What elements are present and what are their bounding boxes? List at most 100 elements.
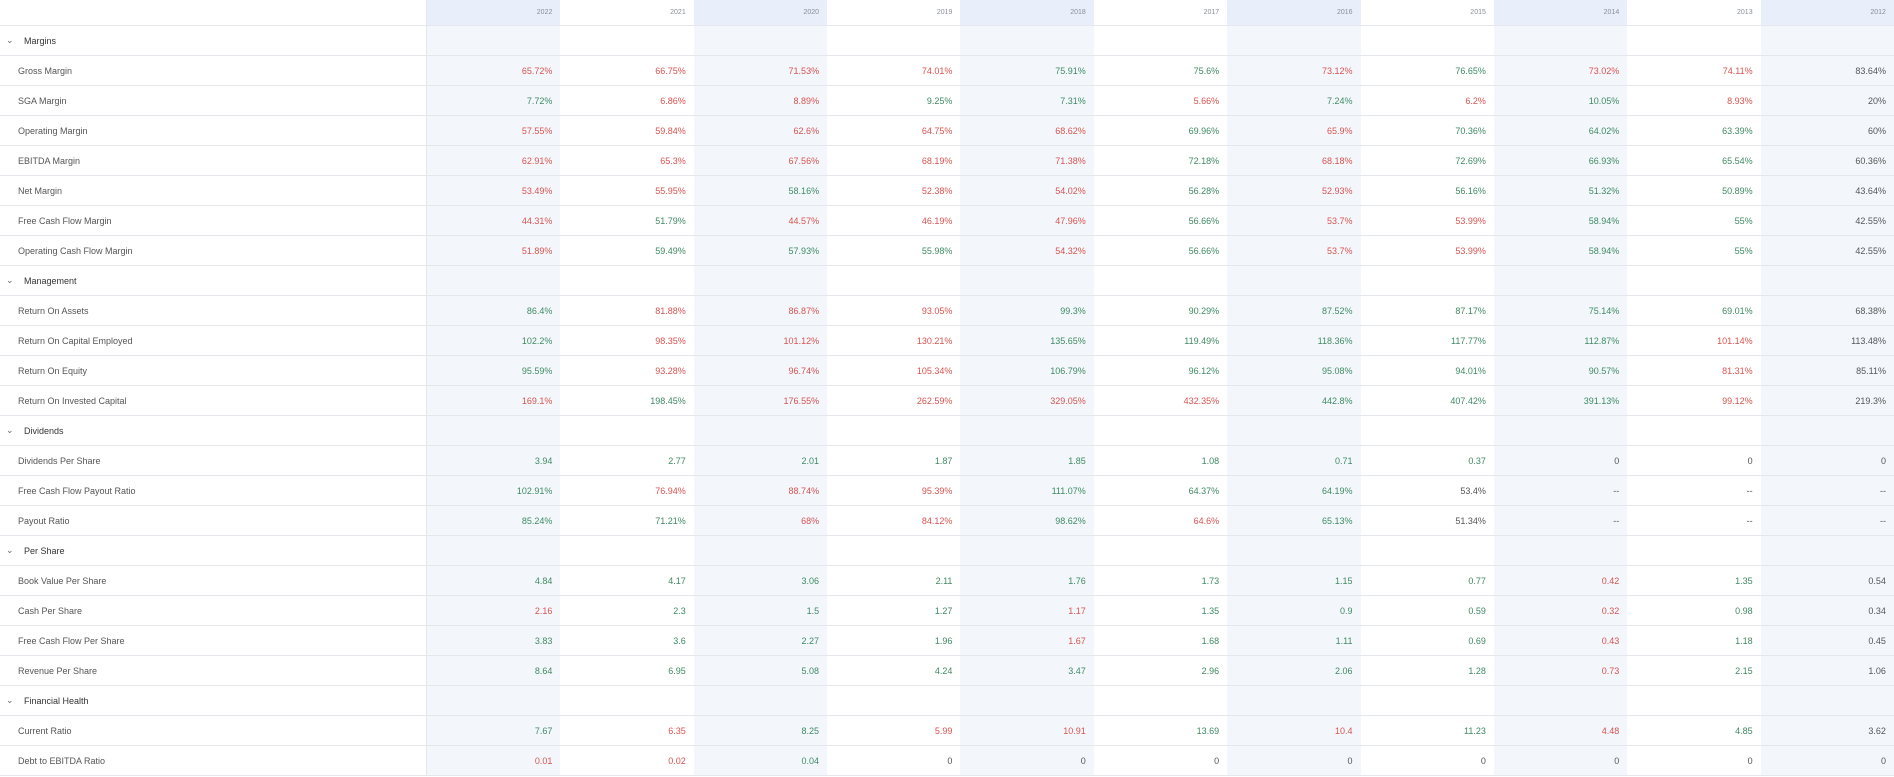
- metric-value: 219.3%: [1760, 386, 1894, 416]
- metric-value: 329.05%: [960, 386, 1094, 416]
- chevron-down-icon[interactable]: ⌄: [6, 425, 16, 436]
- metric-value: 0: [1627, 446, 1761, 476]
- metric-value: --: [1493, 476, 1628, 506]
- metric-value: --: [1760, 476, 1894, 506]
- metric-value: 51.89%: [427, 236, 561, 266]
- section-toggle[interactable]: ⌄ Financial Health: [0, 686, 427, 716]
- metric-value: 59.84%: [560, 116, 694, 146]
- column-header-year[interactable]: 2014: [1493, 0, 1628, 26]
- section-spacer: [1493, 266, 1628, 296]
- metric-value: 2.3: [560, 596, 694, 626]
- metric-value: 93.28%: [560, 356, 694, 386]
- metric-label: Net Margin: [0, 176, 427, 206]
- metric-value: 86.4%: [427, 296, 561, 326]
- column-header-year[interactable]: 2021: [560, 0, 694, 26]
- metric-label: Return On Assets: [0, 296, 427, 326]
- metric-value: 96.74%: [693, 356, 828, 386]
- section-toggle[interactable]: ⌄ Management: [0, 266, 427, 296]
- column-header-year[interactable]: 2013: [1627, 0, 1761, 26]
- chevron-down-icon[interactable]: ⌄: [6, 545, 16, 556]
- metric-value: --: [1627, 476, 1761, 506]
- section-spacer: [560, 266, 694, 296]
- chevron-down-icon[interactable]: ⌄: [6, 695, 16, 706]
- metric-label: Operating Margin: [0, 116, 427, 146]
- column-header-year[interactable]: 2018: [960, 0, 1094, 26]
- section-spacer: [693, 416, 828, 446]
- metric-value: 8.89%: [693, 86, 828, 116]
- metric-value: 2.96: [1093, 656, 1228, 686]
- metric-value: 64.02%: [1493, 116, 1628, 146]
- metric-value: 11.23: [1360, 716, 1494, 746]
- metric-value: 98.62%: [960, 506, 1094, 536]
- section-spacer: [693, 26, 828, 56]
- metric-value: 59.49%: [560, 236, 694, 266]
- metric-value: 1.17: [960, 596, 1094, 626]
- metric-value: 53.99%: [1360, 236, 1494, 266]
- metric-value: 0.45: [1760, 626, 1894, 656]
- metric-value: 0.43: [1493, 626, 1628, 656]
- metric-value: 20%: [1760, 86, 1894, 116]
- header-corner: [0, 0, 427, 26]
- metric-value: 0: [1760, 746, 1894, 776]
- metric-value: 5.08: [693, 656, 828, 686]
- column-header-year[interactable]: 2022: [427, 0, 561, 26]
- column-header-year[interactable]: 2012: [1760, 0, 1894, 26]
- metric-value: 99.3%: [960, 296, 1094, 326]
- section-spacer: [1493, 26, 1628, 56]
- metric-value: 71.21%: [560, 506, 694, 536]
- section-spacer: [427, 266, 561, 296]
- column-header-year[interactable]: 2016: [1227, 0, 1361, 26]
- section-toggle[interactable]: ⌄ Margins: [0, 26, 427, 56]
- metric-value: 112.87%: [1493, 326, 1628, 356]
- section-toggle[interactable]: ⌄ Per Share: [0, 536, 427, 566]
- metric-value: 99.12%: [1627, 386, 1761, 416]
- metric-value: 1.18: [1627, 626, 1761, 656]
- metric-value: 87.52%: [1227, 296, 1361, 326]
- metric-value: 0.42: [1493, 566, 1628, 596]
- metric-value: 1.87: [827, 446, 961, 476]
- metric-value: 93.05%: [827, 296, 961, 326]
- section-spacer: [1627, 266, 1761, 296]
- section-spacer: [827, 266, 961, 296]
- metric-value: 90.57%: [1493, 356, 1628, 386]
- metric-value: 55.95%: [560, 176, 694, 206]
- metric-value: 42.55%: [1760, 236, 1894, 266]
- metric-value: 62.91%: [427, 146, 561, 176]
- metric-value: 118.36%: [1227, 326, 1361, 356]
- chevron-down-icon[interactable]: ⌄: [6, 275, 16, 286]
- metric-value: 98.35%: [560, 326, 694, 356]
- metric-value: 4.24: [827, 656, 961, 686]
- metric-value: 52.93%: [1227, 176, 1361, 206]
- column-header-year[interactable]: 2017: [1093, 0, 1228, 26]
- section-spacer: [560, 26, 694, 56]
- metric-value: 55%: [1627, 236, 1761, 266]
- metric-value: 0.02: [560, 746, 694, 776]
- metric-value: 0: [1493, 746, 1628, 776]
- metric-value: --: [1760, 506, 1894, 536]
- metric-value: 2.06: [1227, 656, 1361, 686]
- metric-value: 117.77%: [1360, 326, 1494, 356]
- metric-value: 51.79%: [560, 206, 694, 236]
- column-header-year[interactable]: 2015: [1360, 0, 1494, 26]
- metric-value: 68.19%: [827, 146, 961, 176]
- metric-value: 4.85: [1627, 716, 1761, 746]
- metric-value: 6.35: [560, 716, 694, 746]
- section-spacer: [1760, 26, 1894, 56]
- column-header-year[interactable]: 2020: [693, 0, 828, 26]
- metric-value: 53.49%: [427, 176, 561, 206]
- section-spacer: [1627, 536, 1761, 566]
- metric-value: 119.49%: [1093, 326, 1228, 356]
- metric-value: 53.7%: [1227, 206, 1361, 236]
- metric-value: 1.28: [1360, 656, 1494, 686]
- metric-value: 0.01: [427, 746, 561, 776]
- section-spacer: [1360, 26, 1494, 56]
- section-spacer: [1360, 536, 1494, 566]
- column-header-year[interactable]: 2019: [827, 0, 961, 26]
- metric-value: 51.34%: [1360, 506, 1494, 536]
- metric-value: 44.31%: [427, 206, 561, 236]
- section-spacer: [427, 536, 561, 566]
- chevron-down-icon[interactable]: ⌄: [6, 35, 16, 46]
- section-spacer: [1493, 416, 1628, 446]
- metric-value: 0.54: [1760, 566, 1894, 596]
- section-toggle[interactable]: ⌄ Dividends: [0, 416, 427, 446]
